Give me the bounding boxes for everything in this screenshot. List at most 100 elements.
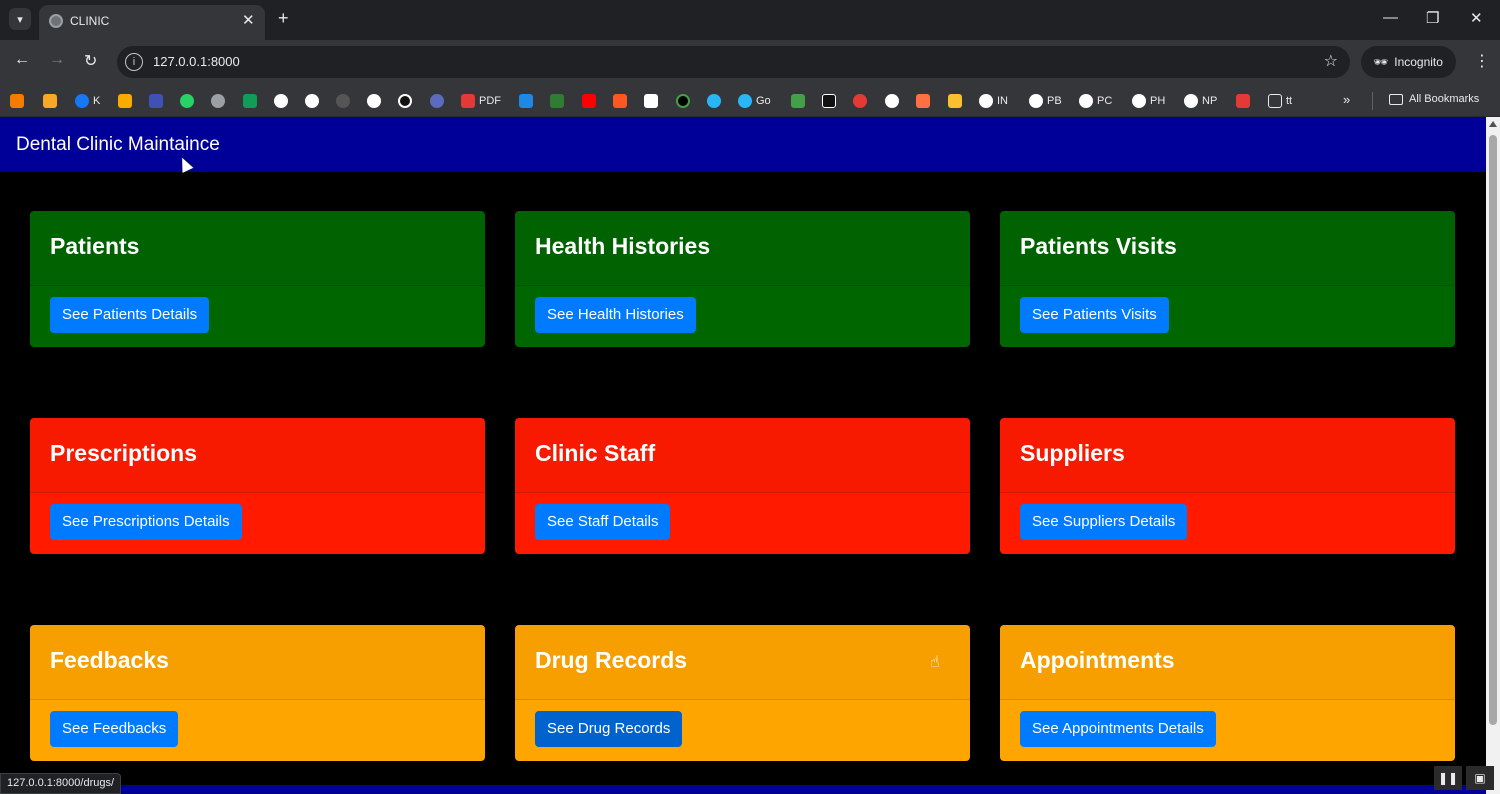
see-feedbacks-button[interactable]: See Feedbacks [50,711,179,747]
navbar: Dental Clinic Maintaince [0,117,1486,172]
google-icon [979,94,993,108]
restore-icon[interactable]: ❐ [1426,9,1439,27]
pause-icon[interactable]: ❚❚ [1434,766,1462,790]
youtube-icon[interactable] [582,93,596,109]
bookmark-icon[interactable] [243,93,257,109]
see-prescriptions-details-button[interactable]: See Prescriptions Details [50,504,242,540]
minimize-icon[interactable]: — [1383,9,1398,26]
all-bookmarks-label: All Bookmarks [1409,93,1480,105]
card-drug-records: Drug Records See Drug Records [515,625,970,761]
bookmark-icon[interactable] [822,93,836,109]
back-icon[interactable]: ← [14,51,30,69]
bookmark-pc[interactable]: PC [1079,93,1112,109]
bookmark-icon[interactable] [430,93,444,109]
bookmark-go[interactable]: Go [738,93,771,109]
card-body: See Staff Details [515,493,970,551]
bookmark-np[interactable]: NP [1184,93,1217,109]
card-patients-visits: Patients Visits See Patients Visits [1000,211,1455,347]
bookmark-icon[interactable] [118,93,132,109]
google-icon[interactable] [274,93,288,109]
more-bookmarks-icon[interactable]: » [1343,92,1350,107]
globe-icon [49,14,63,28]
see-staff-details-button[interactable]: See Staff Details [535,504,671,540]
bookmark-icon[interactable] [10,93,24,109]
scroll-up-arrow-icon[interactable] [1489,121,1497,127]
bookmark-icon[interactable] [398,93,412,109]
card-feedbacks: Feedbacks See Feedbacks [30,625,485,761]
close-tab-icon[interactable]: ✕ [242,11,255,29]
browser-tab[interactable]: CLINIC ✕ [39,5,265,40]
bookmark-icon[interactable] [149,93,163,109]
new-tab-icon[interactable]: + [278,8,289,29]
bookmark-icon[interactable] [791,93,805,109]
pdf-icon [461,94,475,108]
card-header: Clinic Staff [515,418,970,493]
address-bar[interactable]: i 127.0.0.1:8000 ☆ [117,46,1350,78]
bookmark-icon[interactable] [644,93,658,109]
window-close-icon[interactable]: ✕ [1470,9,1483,27]
more-menu-icon[interactable]: ⋮ [1474,51,1490,71]
see-health-histories-button[interactable]: See Health Histories [535,297,696,333]
bookmark-star-icon[interactable]: ☆ [1324,51,1338,71]
bookmark-facebook[interactable]: K [75,93,100,109]
see-patients-visits-button[interactable]: See Patients Visits [1020,297,1169,333]
card-title: Suppliers [1020,440,1125,466]
reload-icon[interactable]: ↻ [84,51,97,71]
bookmark-icon[interactable] [43,93,57,109]
google-icon[interactable] [885,93,899,109]
tab-title: CLINIC [70,14,110,28]
card-title: Drug Records [535,647,688,673]
google-icon [1132,94,1146,108]
bookmark-icon[interactable] [211,93,225,109]
url-text[interactable]: 127.0.0.1:8000 [153,54,240,69]
see-patients-details-button[interactable]: See Patients Details [50,297,210,333]
bookmarks-divider [1372,92,1373,110]
see-appointments-details-button[interactable]: See Appointments Details [1020,711,1216,747]
card-appointments: Appointments See Appointments Details [1000,625,1455,761]
bookmark-icon[interactable] [519,93,533,109]
github-icon[interactable] [336,93,350,109]
card-body: See Drug Records [515,700,970,758]
google-icon[interactable] [367,93,381,109]
card-body: See Feedbacks [30,700,485,758]
all-bookmarks-button[interactable]: All Bookmarks [1389,93,1479,105]
folder-icon [1389,93,1403,105]
site-info-icon[interactable]: i [125,53,143,71]
scroll-thumb[interactable] [1489,135,1497,725]
see-drug-records-button[interactable]: See Drug Records [535,711,683,747]
card-header: Suppliers [1000,418,1455,493]
google-icon [1079,94,1093,108]
card-title: Patients Visits [1020,233,1177,259]
bookmark-icon[interactable] [180,93,194,109]
google-icon[interactable] [305,93,319,109]
bookmark-icon[interactable] [707,93,721,109]
card-title: Prescriptions [50,440,197,466]
bookmark-in[interactable]: IN [979,93,1008,109]
bookmark-icon[interactable] [613,93,627,109]
bookmark-icon[interactable] [853,93,867,109]
incognito-button[interactable]: 🕶 Incognito [1361,46,1456,78]
tab-search-icon[interactable]: ▾ [9,8,31,30]
bookmark-tt[interactable]: tt [1268,93,1292,109]
page-scrollbar[interactable] [1486,117,1500,794]
bookmark-pb[interactable]: PB [1029,93,1062,109]
bookmark-icon[interactable] [916,93,930,109]
bookmark-icon[interactable] [550,93,564,109]
navbar-brand[interactable]: Dental Clinic Maintaince [16,134,220,156]
card-body: See Patients Visits [1000,286,1455,344]
card-header: Health Histories [515,211,970,286]
bookmark-icon[interactable] [676,93,690,109]
bookmarks-bar: K PDF Go IN PB PC PH NP tt » All Bookmar… [0,84,1500,117]
status-url-bubble: 127.0.0.1:8000/drugs/ [0,773,122,794]
bookmark-icon[interactable] [1236,93,1250,109]
card-title: Patients [50,233,140,259]
tab-strip: ▾ CLINIC ✕ + — ❐ ✕ [0,0,1500,40]
card-health-histories: Health Histories See Health Histories [515,211,970,347]
see-suppliers-details-button[interactable]: See Suppliers Details [1020,504,1188,540]
bookmark-ph[interactable]: PH [1132,93,1165,109]
forward-icon[interactable]: → [49,51,65,69]
picture-in-picture-icon[interactable]: ▣ [1466,766,1494,790]
bookmark-pdf[interactable]: PDF [461,93,501,109]
card-header: Feedbacks [30,625,485,700]
bookmark-icon[interactable] [948,93,962,109]
